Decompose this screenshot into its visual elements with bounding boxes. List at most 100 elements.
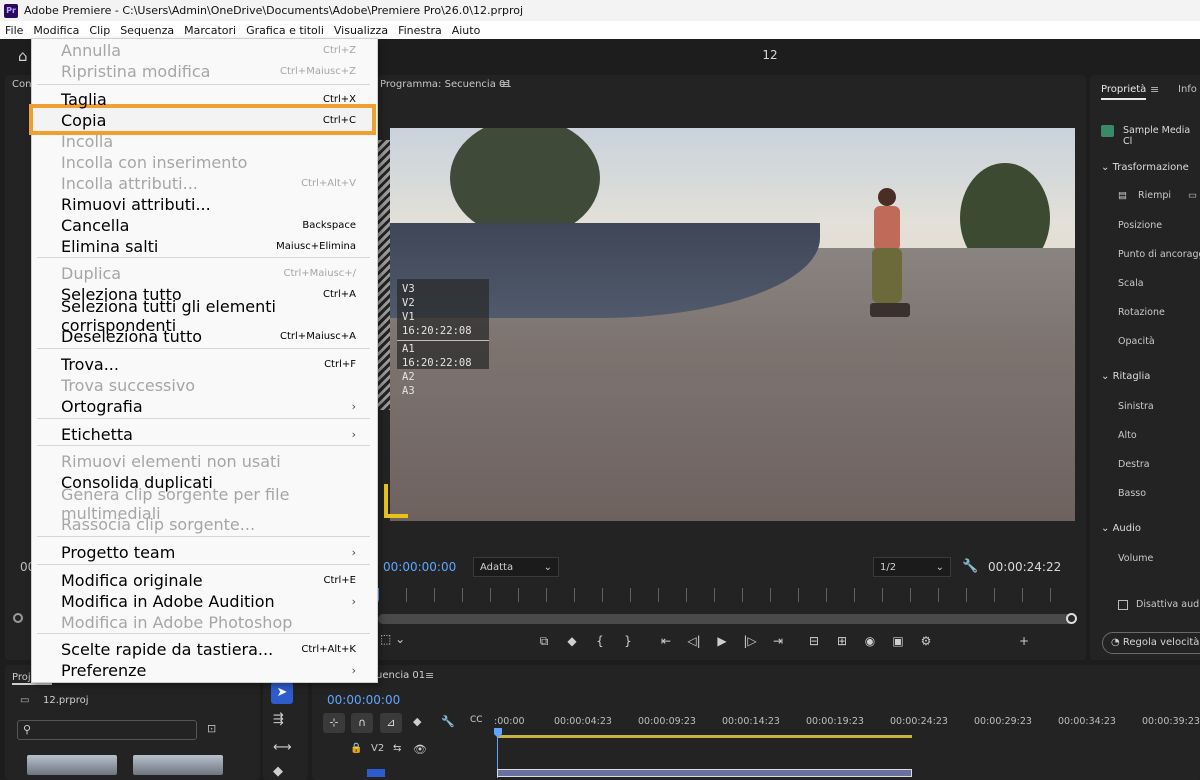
program-video-frame[interactable] <box>390 128 1075 521</box>
insert-nest-icon[interactable]: ⊹ <box>323 713 345 733</box>
add-button-icon[interactable]: + <box>1010 634 1038 648</box>
monitor-scrub-bar[interactable] <box>378 614 1074 624</box>
edit-menu-item-scelte-rapide-da-tastiera[interactable]: Scelte rapide da tastiera... Ctrl+Alt+K <box>31 639 376 660</box>
fit-dropdown[interactable]: Adatta ⌄ <box>473 557 559 577</box>
edit-menu-item-rimuovi-attributi[interactable]: Rimuovi attributi... <box>31 194 376 215</box>
transform-section[interactable]: ⌄ Trasformazione <box>1101 162 1189 173</box>
step-forward-icon[interactable]: |▷ <box>736 634 764 648</box>
edit-menu-item-trova[interactable]: Trova... Ctrl+F <box>31 354 376 375</box>
timeline-ruler[interactable]: :00:00 00:00:04:23 00:00:09:23 00:00:14:… <box>494 716 1200 742</box>
edit-menu-item-deseleziona-tutto[interactable]: Deseleziona tutto Ctrl+Maiusc+A <box>31 326 376 347</box>
captions-icon[interactable]: CC <box>470 715 483 725</box>
timeline-sequence-tab[interactable]: uencia 01 <box>376 670 425 681</box>
fill-icon[interactable]: ▤ <box>1118 190 1127 201</box>
edit-menu-item-etichetta[interactable]: Etichetta › <box>31 424 376 445</box>
menu-file[interactable]: File <box>0 24 28 37</box>
new-bin-icon[interactable]: ⊡ <box>207 722 216 735</box>
crop-section[interactable]: ⌄ Ritaglia <box>1101 371 1150 382</box>
menu-item-label: Copia <box>61 111 107 130</box>
program-panel-menu-icon[interactable]: ≡ <box>500 78 509 91</box>
go-to-out-icon[interactable]: ⇥ <box>764 634 792 648</box>
menu-grafica[interactable]: Grafica e titoli <box>241 24 329 37</box>
edit-menu-item-modifica-originale[interactable]: Modifica originale Ctrl+E <box>31 570 376 591</box>
lift-clip-icon[interactable]: ⊟ <box>800 634 828 648</box>
razor-tool-icon[interactable]: ◆ <box>273 764 283 779</box>
edit-menu-item-seleziona-tutti-gli-elementi-corrispondenti[interactable]: Seleziona tutti gli elementi corrisponde… <box>31 297 376 335</box>
track-target-marker[interactable] <box>367 769 385 777</box>
add-marker-icon[interactable]: ◆ <box>413 715 421 728</box>
lift-icon[interactable]: ⧉ <box>530 634 558 649</box>
mute-checkbox[interactable] <box>1118 600 1128 610</box>
selection-tool-icon[interactable]: ➤ <box>271 682 293 704</box>
eye-icon[interactable]: 👁 <box>413 743 427 756</box>
edit-menu-item-duplica: Duplica Ctrl+Maiusc+/ <box>31 263 376 284</box>
snap-icon[interactable]: ∩ <box>351 713 373 733</box>
menu-marcatori[interactable]: Marcatori <box>179 24 241 37</box>
project-search-input[interactable]: ⚲ <box>17 720 197 740</box>
track-v2-label[interactable]: V2 <box>371 743 384 754</box>
timeline-clip[interactable] <box>497 769 912 777</box>
media-thumbnail[interactable] <box>27 755 117 775</box>
edit-menu-item-annulla: Annulla Ctrl+Z <box>31 40 376 61</box>
program-current-timecode[interactable]: 00:00:00:00 <box>383 560 456 574</box>
program-monitor-tab[interactable]: Programma: Secuencia 01 <box>380 79 512 90</box>
adjust-speed-button[interactable]: ◔ Regola velocità <box>1102 632 1200 654</box>
play-icon[interactable]: ▶ <box>708 634 736 648</box>
properties-panel-menu-icon[interactable]: ≡ <box>1150 83 1159 96</box>
sync-lock-icon[interactable]: ⇆ <box>393 743 401 754</box>
tab-info[interactable]: Info <box>1178 84 1197 95</box>
submenu-chevron-icon: › <box>351 400 356 413</box>
track-select-tool-icon[interactable]: ⇶ <box>273 712 284 727</box>
compare-icon[interactable]: ▣ <box>884 634 912 648</box>
edit-menu-item-cancella[interactable]: Cancella Backspace <box>31 215 376 236</box>
yellow-corner-mark <box>384 484 408 518</box>
edit-menu-item-modifica-in-adobe-audition[interactable]: Modifica in Adobe Audition › <box>31 591 376 612</box>
source-scrub-knob[interactable] <box>13 613 23 623</box>
menu-sequenza[interactable]: Sequenza <box>115 24 179 37</box>
menu-item-shortcut: Backspace <box>302 220 356 231</box>
edit-menu-item-modifica-in-adobe-photoshop: Modifica in Adobe Photoshop <box>31 612 376 633</box>
menu-finestra[interactable]: Finestra <box>393 24 447 37</box>
tab-properties[interactable]: Proprietà <box>1101 84 1147 100</box>
edit-menu-item-taglia[interactable]: Taglia Ctrl+X <box>31 89 376 110</box>
menu-separator <box>37 348 370 349</box>
edit-menu-item-copia[interactable]: Copia Ctrl+C <box>31 110 376 131</box>
menu-visualizza[interactable]: Visualizza <box>329 24 393 37</box>
linked-selection-icon[interactable]: ⊿ <box>380 713 402 733</box>
camera-icon[interactable]: ◉ <box>856 634 884 648</box>
audio-section[interactable]: ⌄ Audio <box>1101 523 1141 534</box>
extract-clip-icon[interactable]: ⊞ <box>828 634 856 648</box>
step-back-icon[interactable]: ◁| <box>680 634 708 648</box>
menu-clip[interactable]: Clip <box>84 24 115 37</box>
lock-icon[interactable]: 🔒 <box>350 743 362 754</box>
safe-margins-button[interactable]: ⬚ ⌄ <box>380 632 405 646</box>
title-bar: Pr Adobe Premiere - C:\Users\Admin\OneDr… <box>0 0 1200 21</box>
menu-aiuto[interactable]: Aiuto <box>447 24 486 37</box>
timeline-timecode[interactable]: 00:00:00:00 <box>327 693 400 707</box>
ripple-edit-tool-icon[interactable]: ⟷ <box>273 740 292 755</box>
menu-modifica[interactable]: Modifica <box>28 24 84 37</box>
source-panel-tab[interactable]: Con <box>12 79 31 90</box>
edit-menu-item-progetto-team[interactable]: Progetto team › <box>31 542 376 563</box>
wrench-icon[interactable]: 🔧 <box>962 559 978 574</box>
media-thumbnail[interactable] <box>133 755 223 775</box>
edit-menu-item-preferenze[interactable]: Preferenze › <box>31 660 376 681</box>
work-area-bar[interactable] <box>497 735 912 738</box>
resolution-dropdown[interactable]: 1/2 ⌄ <box>873 557 951 577</box>
edit-menu-item-elimina-salti[interactable]: Elimina salti Maiusc+Elimina <box>31 236 376 257</box>
project-tab[interactable]: Proj <box>12 672 31 683</box>
fill-label[interactable]: Riempi <box>1138 190 1171 201</box>
timeline-panel-menu-icon[interactable]: ≡ <box>425 669 434 682</box>
marker-icon[interactable]: ◆ <box>558 634 586 648</box>
timeline-settings-wrench-icon[interactable]: 🔧 <box>441 715 455 728</box>
monitor-scrub-knob[interactable] <box>1066 613 1077 624</box>
settings-icon[interactable]: ⚙ <box>912 634 940 648</box>
edit-menu-item-ortografia[interactable]: Ortografia › <box>31 396 376 417</box>
mark-in-icon[interactable]: { <box>586 634 614 648</box>
mark-out-icon[interactable]: } <box>614 634 642 648</box>
fit-icon[interactable]: ▭ <box>1188 190 1197 201</box>
tl-tick-label: 00:00:19:23 <box>806 716 864 727</box>
menu-item-shortcut: Maiusc+Elimina <box>276 241 356 252</box>
go-to-in-icon[interactable]: ⇤ <box>652 634 680 648</box>
monitor-time-ruler[interactable] <box>378 588 1078 602</box>
